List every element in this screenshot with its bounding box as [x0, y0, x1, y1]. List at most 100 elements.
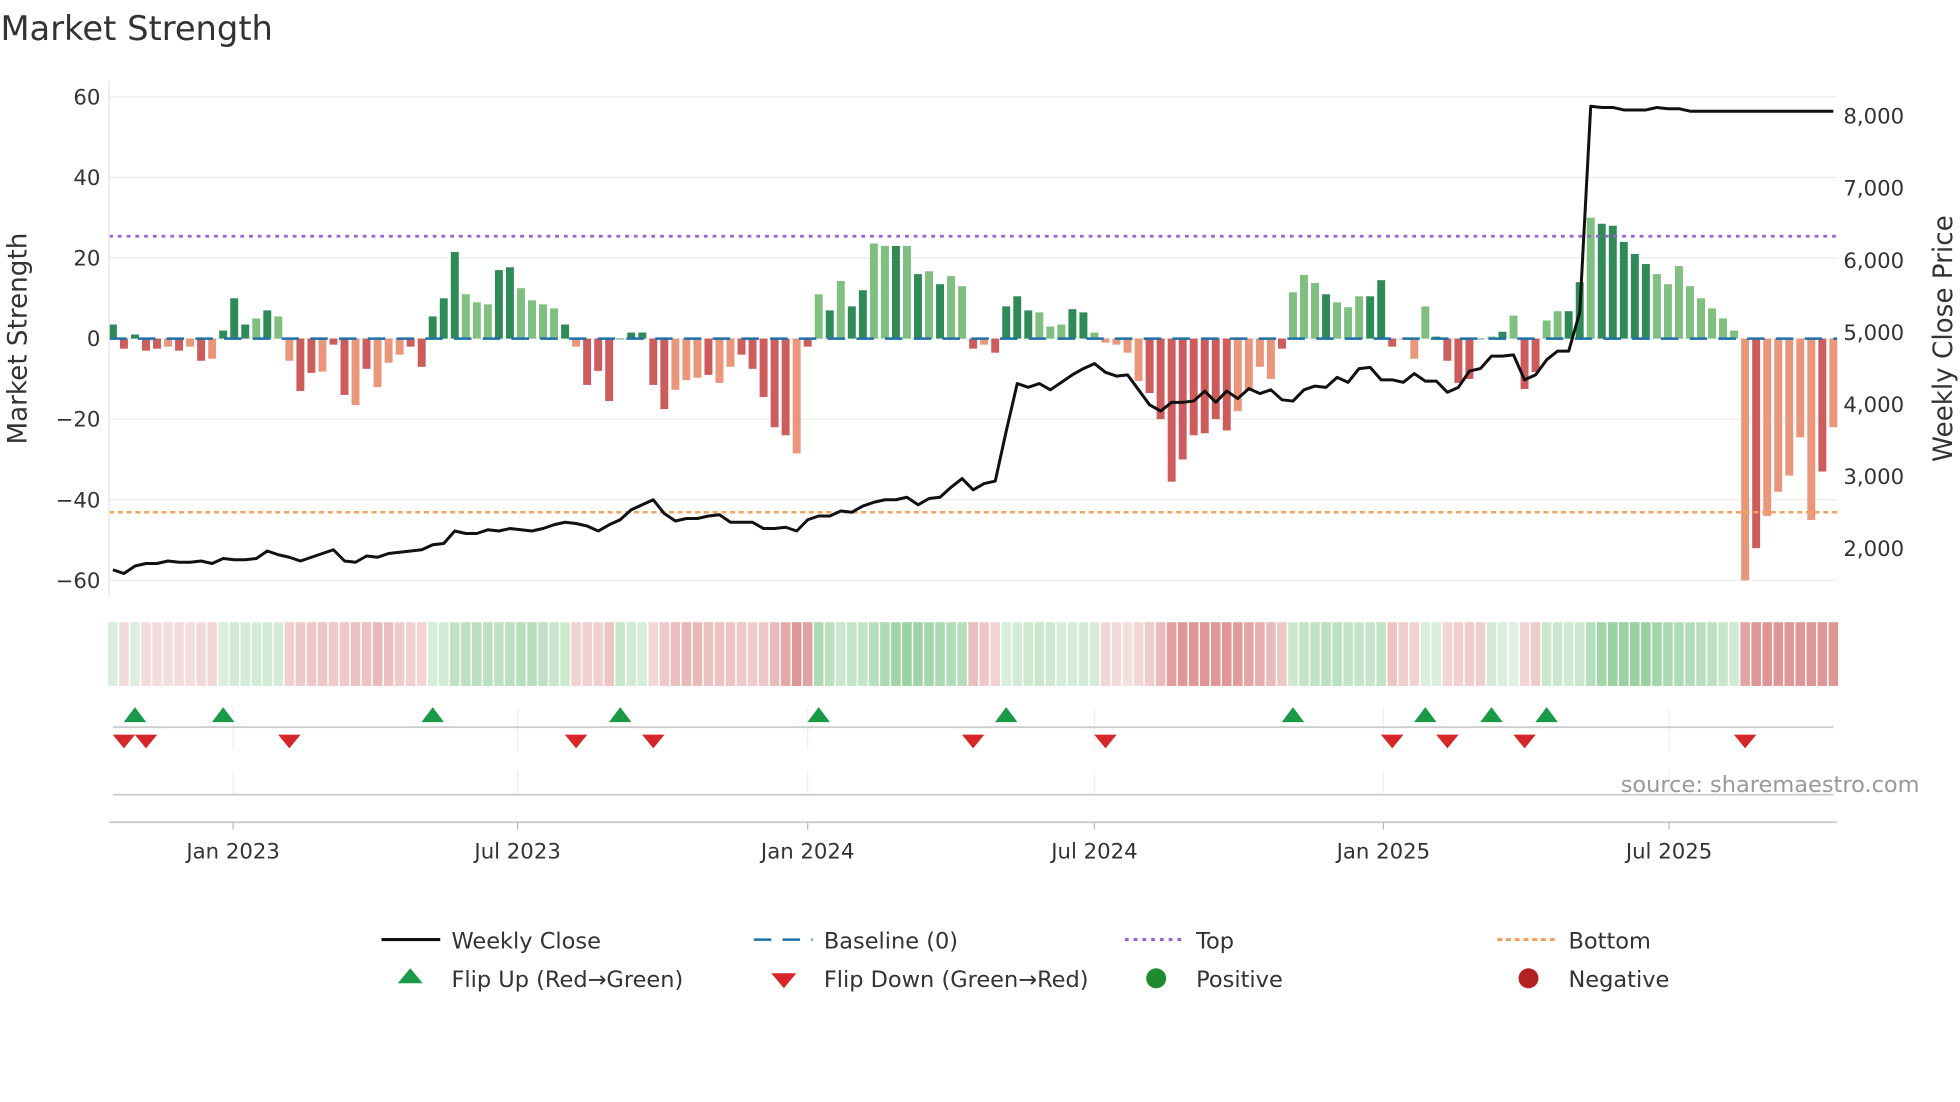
- strip-cell: [130, 622, 140, 686]
- strength-bar: [715, 338, 724, 383]
- legend-item-top[interactable]: Top: [1124, 928, 1234, 954]
- strip-cell: [891, 622, 901, 686]
- strip-cell: [1442, 622, 1453, 686]
- strip-cell: [527, 622, 537, 686]
- strip-cell: [913, 622, 923, 686]
- strip-cell: [990, 622, 1000, 686]
- strip-cell: [1552, 622, 1563, 686]
- strip-cell: [394, 622, 405, 686]
- strength-bar: [318, 338, 327, 372]
- strength-bar: [1752, 338, 1761, 549]
- strip-cell: [681, 622, 692, 686]
- strip-cell: [163, 622, 173, 686]
- strength-bar: [1046, 326, 1055, 339]
- flip-down-marker: [1380, 734, 1404, 749]
- strip-cell: [427, 622, 438, 686]
- strength-bar: [1509, 315, 1518, 339]
- strip-cell: [1453, 622, 1464, 686]
- strip-cell: [593, 622, 603, 686]
- strip-cell: [935, 622, 945, 686]
- strength-bar: [362, 338, 371, 369]
- strip-cell: [317, 622, 328, 686]
- y2-axis-label: Weekly Close Price: [1929, 215, 1959, 462]
- strength-bar: [1564, 311, 1573, 339]
- strength-bar: [1222, 338, 1231, 431]
- strength-bar: [759, 338, 768, 398]
- strength-bar: [428, 316, 437, 339]
- triangle-down-icon: [771, 973, 797, 989]
- strip-cell: [1100, 622, 1111, 686]
- strength-bar: [1057, 324, 1066, 339]
- legend-item-baseline[interactable]: Baseline (0): [753, 928, 958, 954]
- strength-bar: [660, 338, 669, 410]
- strength-bar: [561, 324, 570, 339]
- strength-bar: [1763, 338, 1772, 516]
- strip-cell: [416, 622, 427, 686]
- strength-bar: [1421, 306, 1430, 339]
- strength-bar: [461, 294, 470, 339]
- strength-bar: [241, 324, 250, 339]
- strength-bar: [230, 298, 239, 339]
- source-label: source: sharemaestro.com: [1621, 772, 1920, 798]
- strength-bar: [296, 338, 305, 391]
- strip-cell: [1530, 622, 1541, 686]
- strip-cell: [1277, 622, 1287, 686]
- strength-bar: [914, 274, 922, 339]
- strip-cell: [1144, 622, 1155, 686]
- strength-bars: [108, 217, 1838, 581]
- strip-cell: [1663, 622, 1673, 686]
- x-tick-label: Jan 2025: [1335, 839, 1431, 864]
- strip-cell: [284, 622, 295, 686]
- strip-cell: [582, 622, 592, 686]
- strength-bar: [1443, 338, 1452, 361]
- strip-cell: [714, 622, 725, 686]
- strip-cell: [405, 622, 416, 686]
- strip-cell: [1078, 622, 1089, 686]
- flip-down-marker: [961, 734, 985, 749]
- strength-bar: [175, 338, 184, 351]
- strip-cell: [1806, 622, 1817, 686]
- strip-cell: [185, 622, 195, 686]
- strength-bar: [450, 251, 459, 339]
- strength-bar: [1719, 318, 1728, 339]
- strip-cell: [339, 622, 350, 686]
- strength-bar: [1531, 338, 1540, 373]
- strip-cell: [1751, 622, 1761, 686]
- strength-bar: [726, 338, 735, 367]
- y2-tick-label: 5,000: [1843, 321, 1904, 346]
- legend-item-flip-down[interactable]: Flip Down (Green→Red): [771, 967, 1089, 993]
- green-dot-icon: [1146, 968, 1167, 989]
- legend-item-weekly-close[interactable]: Weekly Close: [381, 928, 601, 954]
- strip-cell: [1630, 622, 1640, 686]
- strength-bar: [1068, 309, 1077, 339]
- strip-cell: [1067, 622, 1078, 686]
- strip-cell: [1497, 622, 1508, 686]
- strip-cell: [1001, 622, 1011, 686]
- strip-cell: [1541, 622, 1552, 686]
- strength-bar: [1355, 296, 1364, 339]
- strip-cell: [1585, 622, 1596, 686]
- strip-cell: [372, 622, 383, 686]
- legend-label: Weekly Close: [451, 928, 600, 954]
- strip-cell: [262, 622, 273, 686]
- legend-item-negative[interactable]: Negative: [1518, 967, 1670, 993]
- strength-bar: [969, 338, 978, 349]
- strength-bar: [1410, 338, 1419, 359]
- strength-bar: [1630, 253, 1639, 339]
- y-tick-label: 40: [73, 166, 100, 191]
- flip-down-marker: [278, 734, 301, 749]
- strip-cell: [1464, 622, 1475, 686]
- strip-cell: [152, 622, 162, 686]
- strength-bar: [1134, 338, 1143, 381]
- strip-cell: [240, 622, 251, 686]
- legend-item-positive[interactable]: Positive: [1146, 967, 1283, 993]
- y2-tick-label: 8,000: [1843, 105, 1904, 130]
- strip-cell: [229, 622, 239, 686]
- flip-up-marker: [1535, 707, 1558, 723]
- y-tick-label: 0: [87, 327, 101, 352]
- legend-item-bottom[interactable]: Bottom: [1497, 928, 1651, 954]
- legend-item-flip-up[interactable]: Flip Up (Red→Green): [397, 967, 683, 993]
- strip-cell: [703, 622, 714, 686]
- y-tick-label: 20: [73, 247, 100, 272]
- strip-cell: [1409, 622, 1420, 686]
